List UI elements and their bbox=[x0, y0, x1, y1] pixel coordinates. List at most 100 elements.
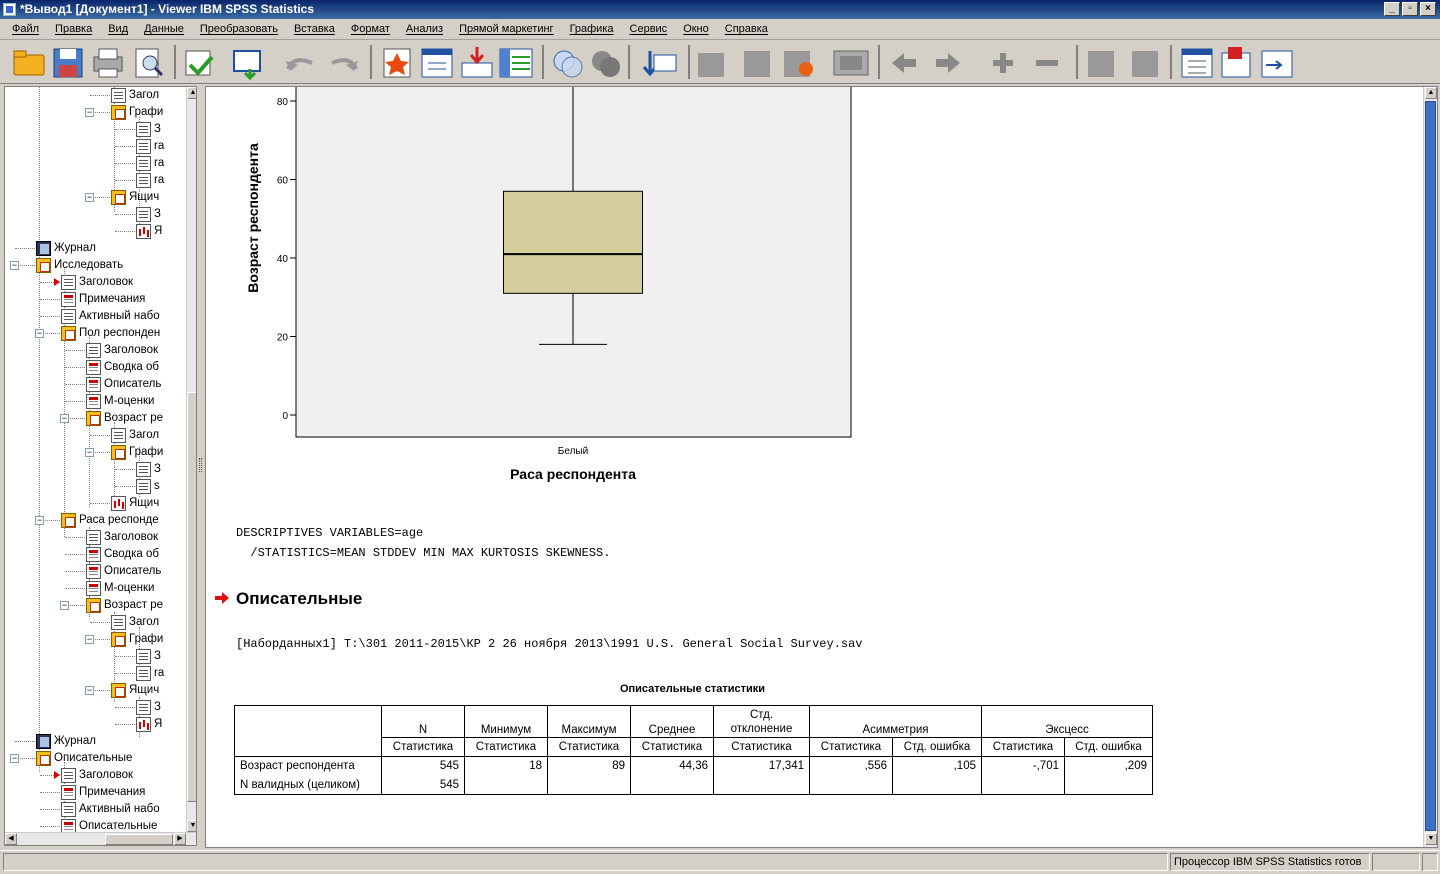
collapse-icon[interactable]: − bbox=[85, 448, 94, 457]
menu-item-9[interactable]: Графика bbox=[562, 23, 622, 35]
collapse-icon[interactable]: − bbox=[60, 601, 69, 610]
collapse-icon[interactable]: − bbox=[85, 686, 94, 695]
outline-vertical-scrollbar[interactable]: ▲ ▼ bbox=[186, 87, 196, 832]
resize-grip-icon[interactable] bbox=[1422, 853, 1438, 871]
collapse-icon[interactable]: − bbox=[85, 108, 94, 117]
cell-max: 89 bbox=[547, 756, 631, 776]
show-icon[interactable] bbox=[892, 53, 916, 73]
tree-line bbox=[15, 741, 37, 742]
output-vertical-scrollbar[interactable]: ▲ ▼ bbox=[1423, 87, 1437, 847]
print-icon[interactable] bbox=[93, 48, 123, 78]
folder-icon bbox=[111, 632, 126, 647]
current-item-arrow-icon bbox=[54, 771, 60, 779]
outline-horizontal-scrollbar[interactable]: ◀ ▶ bbox=[5, 832, 196, 845]
variables-icon[interactable] bbox=[499, 48, 533, 78]
open-icon[interactable] bbox=[13, 50, 45, 76]
scroll-up-icon[interactable]: ▲ bbox=[1425, 87, 1437, 99]
folder-icon bbox=[36, 258, 51, 273]
plus-icon[interactable] bbox=[993, 53, 1013, 73]
menu-item-11[interactable]: Окно bbox=[675, 23, 717, 35]
table-row: Возраст респондента 545 18 89 44,36 17,3… bbox=[234, 756, 1153, 776]
hide-icon[interactable] bbox=[592, 51, 620, 77]
pane-splitter[interactable] bbox=[197, 86, 205, 846]
menu-item-8[interactable]: Прямой маркетинг bbox=[451, 23, 562, 35]
title-icon bbox=[111, 615, 126, 630]
menu-item-12[interactable]: Справка bbox=[717, 23, 776, 35]
undo-icon[interactable] bbox=[286, 58, 313, 71]
menu-item-0[interactable]: Файл bbox=[4, 23, 47, 35]
collapse-icon[interactable]: − bbox=[10, 754, 19, 763]
collapse-icon[interactable]: − bbox=[10, 261, 19, 270]
menu-item-1[interactable]: Правка bbox=[47, 23, 100, 35]
section-heading[interactable]: Описательные bbox=[236, 589, 362, 609]
insert-text-icon[interactable] bbox=[1261, 50, 1293, 78]
show-all-icon[interactable] bbox=[553, 50, 583, 78]
cell-mean bbox=[630, 775, 714, 795]
cell-kurt-se bbox=[1064, 775, 1153, 795]
designate-window-icon[interactable] bbox=[642, 51, 677, 77]
col-header-max: Максимум bbox=[547, 705, 631, 738]
outline-item-label: Ящич bbox=[129, 684, 160, 696]
scroll-up-icon[interactable]: ▲ bbox=[187, 87, 196, 99]
collapse-icon[interactable] bbox=[833, 50, 869, 76]
close-button[interactable]: × bbox=[1420, 2, 1436, 16]
recall-dialog-icon[interactable] bbox=[233, 50, 261, 81]
goto-variable-icon[interactable] bbox=[461, 47, 493, 78]
chart-icon bbox=[111, 496, 126, 511]
boxplot-chart[interactable]: 0 20 40 60 80 Белый Раса респондента Возраст… bbox=[206, 87, 906, 497]
goto-data-icon[interactable] bbox=[383, 48, 411, 78]
print-preview-icon[interactable] bbox=[135, 48, 164, 78]
minimize-button[interactable]: _ bbox=[1384, 2, 1400, 16]
menu-item-5[interactable]: Вставка bbox=[286, 23, 343, 35]
current-item-arrow-icon bbox=[215, 592, 229, 604]
insert-heading-icon[interactable] bbox=[1181, 48, 1213, 78]
export-icon[interactable] bbox=[185, 50, 214, 76]
collapse-icon[interactable]: − bbox=[85, 193, 94, 202]
scroll-left-icon[interactable]: ◀ bbox=[5, 833, 17, 845]
title-icon bbox=[86, 343, 101, 358]
collapse-icon[interactable]: − bbox=[35, 516, 44, 525]
outline-pane[interactable]: Загол − Графи Зra ra ra − Ящич З Я Журнал − Исследов… bbox=[4, 86, 197, 846]
menu-item-2[interactable]: Вид bbox=[100, 23, 136, 35]
tree-line bbox=[65, 367, 87, 368]
title-icon bbox=[61, 768, 76, 783]
scroll-down-icon[interactable]: ▼ bbox=[1425, 833, 1437, 845]
window-title: *Вывод1 [Документ1] - Viewer IBM SPSS St… bbox=[20, 2, 314, 16]
show-data-icon[interactable] bbox=[1088, 51, 1114, 77]
promote-icon[interactable] bbox=[698, 53, 724, 77]
descriptives-table[interactable]: N Минимум Максимум Среднее Стд. отклонен… bbox=[234, 705, 1153, 795]
save-icon[interactable] bbox=[53, 48, 83, 78]
hide-data-icon[interactable] bbox=[1132, 51, 1158, 77]
menu-item-7[interactable]: Анализ bbox=[398, 23, 451, 35]
collapse-icon[interactable]: − bbox=[60, 414, 69, 423]
outline-item-label: Активный набо bbox=[79, 803, 160, 815]
outline-item-label: Исследовать bbox=[54, 259, 124, 271]
outline-item-label: З bbox=[154, 208, 161, 220]
goto-case-icon[interactable] bbox=[421, 48, 453, 78]
tree-line bbox=[115, 146, 137, 147]
outline-scroll-thumb[interactable] bbox=[187, 392, 196, 802]
outline-item-label: З bbox=[154, 463, 161, 475]
collapse-icon[interactable]: − bbox=[85, 635, 94, 644]
title-icon bbox=[136, 207, 151, 222]
scroll-right-icon[interactable]: ▶ bbox=[174, 833, 186, 845]
demote-icon[interactable] bbox=[744, 51, 770, 77]
menu-item-3[interactable]: Данные bbox=[136, 23, 192, 35]
output-pane[interactable]: 0 20 40 60 80 Белый Раса респондента Возраст… bbox=[205, 86, 1438, 848]
menu-item-6[interactable]: Формат bbox=[343, 23, 398, 35]
subheader-stat: Статистика bbox=[547, 737, 631, 757]
expand-icon[interactable] bbox=[784, 51, 813, 77]
insert-title-icon[interactable] bbox=[1221, 47, 1251, 78]
outline-hscroll-thumb[interactable] bbox=[105, 834, 173, 845]
redo-icon[interactable] bbox=[331, 58, 358, 71]
menu-item-10[interactable]: Сервис bbox=[622, 23, 676, 35]
x-tick-label: Белый bbox=[558, 446, 588, 457]
menu-item-4[interactable]: Преобразовать bbox=[192, 23, 286, 35]
processor-status: Процессор IBM SPSS Statistics готов bbox=[1170, 853, 1370, 871]
collapse-icon[interactable]: − bbox=[35, 329, 44, 338]
outline-item-label: Я bbox=[154, 718, 163, 730]
maximize-button[interactable]: ▫ bbox=[1402, 2, 1418, 16]
output-scroll-thumb[interactable] bbox=[1425, 101, 1436, 831]
hide-item-icon[interactable] bbox=[936, 53, 960, 73]
scroll-down-icon[interactable]: ▼ bbox=[187, 820, 196, 832]
